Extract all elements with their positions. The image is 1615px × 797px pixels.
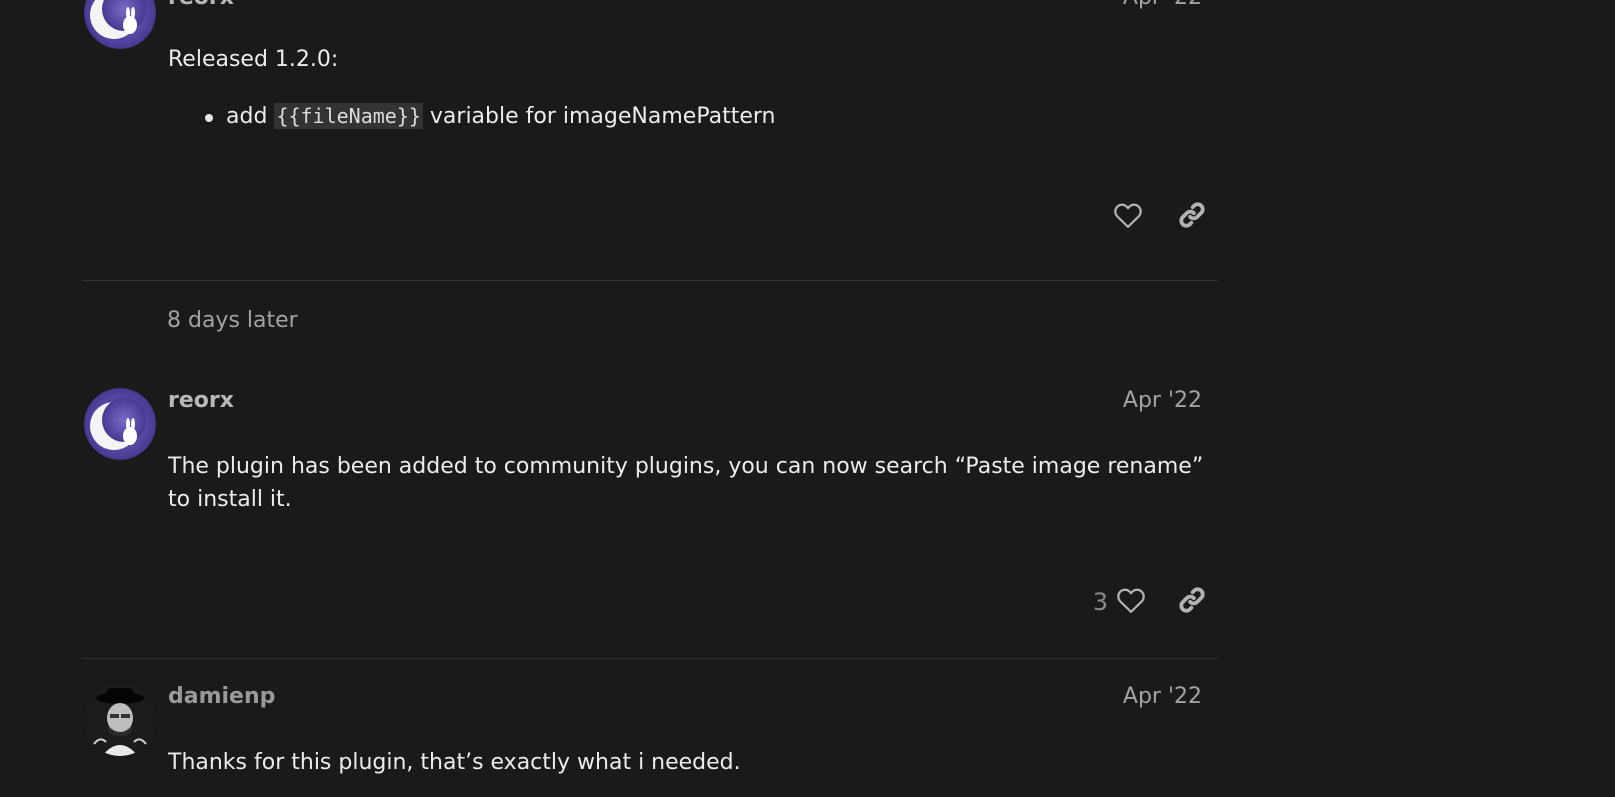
post-text: Thanks for this plugin, that’s exactly w… (168, 750, 741, 775)
post-actions: 3 (1093, 582, 1210, 622)
topic-stream: reorx Apr '22 Released 1.2.0: add {{file… (0, 0, 1615, 797)
avatar-reorx[interactable] (84, 388, 156, 460)
like-button[interactable]: 3 (1093, 586, 1146, 618)
post-reorx-community: reorx Apr '22 The plugin has been added … (82, 388, 1218, 658)
post-actions (1110, 197, 1210, 237)
post-username[interactable]: reorx (168, 0, 234, 10)
post-date[interactable]: Apr '22 (1123, 0, 1202, 10)
list-text: variable for imageNamePattern (422, 104, 776, 129)
link-icon (1177, 585, 1207, 619)
post-body: Thanks for this plugin, that’s exactly w… (168, 746, 1208, 779)
post-date[interactable]: Apr '22 (1123, 684, 1202, 709)
post-reorx-release: reorx Apr '22 Released 1.2.0: add {{file… (82, 0, 1218, 277)
link-icon (1177, 200, 1207, 234)
like-button[interactable] (1110, 199, 1146, 235)
heart-icon (1113, 201, 1143, 233)
change-list: add {{fileName}} variable for imageNameP… (168, 100, 1208, 133)
post-username[interactable]: reorx (168, 388, 234, 413)
post-damienp: damienp Apr '22 Thanks for this plugin, … (82, 684, 1218, 797)
post-username[interactable]: damienp (168, 684, 275, 709)
heart-icon (1116, 586, 1146, 618)
like-count: 3 (1092, 588, 1108, 616)
avatar-damienp[interactable] (84, 684, 156, 756)
share-link-button[interactable] (1174, 584, 1210, 620)
post-date[interactable]: Apr '22 (1123, 388, 1202, 413)
post-text: Released 1.2.0: (168, 47, 339, 72)
share-link-button[interactable] (1174, 199, 1210, 235)
post-text: The plugin has been added to community p… (168, 454, 1204, 512)
list-text: add (226, 104, 275, 129)
list-item: add {{fileName}} variable for imageNameP… (205, 100, 1208, 133)
inline-code: {{fileName}} (274, 103, 423, 129)
post-body: The plugin has been added to community p… (168, 450, 1208, 516)
post-divider (82, 280, 1218, 281)
post-body: Released 1.2.0: add {{fileName}} variabl… (168, 43, 1208, 133)
avatar-reorx[interactable] (84, 0, 156, 49)
post-divider (82, 658, 1218, 659)
time-gap: 8 days later (167, 308, 298, 333)
